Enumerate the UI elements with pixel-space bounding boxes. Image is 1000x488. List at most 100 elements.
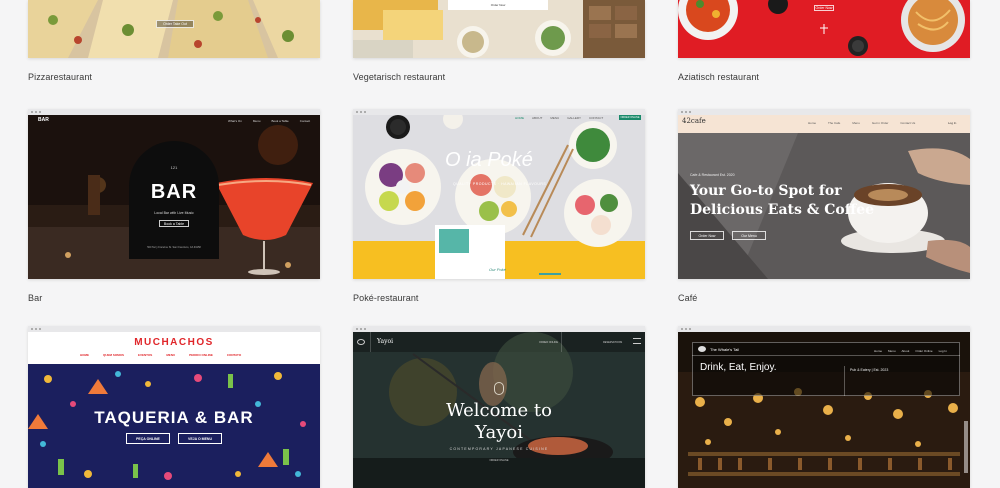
template-label[interactable]: Bar — [28, 293, 42, 303]
template-preview-vegetarian[interactable]: Order Now — [353, 0, 645, 58]
side-tab — [964, 421, 968, 473]
yayoi-title-line1: Welcome to — [446, 400, 552, 421]
cafe-logo: 42cafe — [682, 117, 706, 125]
nav-item: The Cafe — [828, 121, 841, 125]
nav-item: HOME — [515, 116, 524, 120]
nav-item: ORDER ONLINE — [539, 341, 559, 344]
yayoi-logo: Yayoi — [377, 338, 393, 345]
template-card-asian[interactable]: Order Now Aziatisch restaurant — [678, 0, 970, 82]
template-card-pizza[interactable]: Order Take Out Pizzarestaurant — [28, 0, 320, 82]
browser-chrome — [678, 109, 970, 115]
nav-item: MENU — [166, 353, 176, 357]
template-preview-yayoi[interactable]: Yayoi ORDER ONLINE RESERVATIONS Welcome … — [353, 326, 645, 488]
whales-tail-logo: The Whale's Tail — [710, 347, 740, 352]
nav-item: Menu — [888, 349, 896, 353]
taqueria-nav: HOME QUEM SOMOS EVENTOS MENU PEDIDO ONLI… — [80, 353, 241, 357]
yayoi-emblem-icon — [357, 339, 365, 345]
template-card-bar[interactable]: BAR What's On Menu Book a Table Contact … — [28, 109, 320, 303]
nav-item: Book a Table — [271, 119, 289, 123]
template-preview-poke[interactable]: O ia Poké QUALITY PRODUCTS · HAWAIIAN FL… — [353, 109, 645, 279]
template-label[interactable]: Aziatisch restaurant — [678, 72, 759, 82]
order-online-button: PEÇA ONLINE — [126, 433, 170, 444]
nav-item: Contact — [299, 119, 311, 123]
whales-tail-subtitle: Pub & Eatery | Est. 2023 — [850, 368, 889, 372]
bar-title: BAR — [150, 181, 198, 203]
nav-item: ABOUT — [532, 116, 543, 120]
yayoi-order-button: ORDER ONLINE — [489, 459, 509, 462]
nav-item: Home — [874, 349, 883, 353]
template-card-taqueria[interactable]: MUCHACHOS HOME QUEM SOMOS EVENTOS MENU P… — [28, 326, 320, 488]
nav-item: EVENTOS — [138, 353, 153, 357]
browser-chrome — [353, 109, 645, 115]
nav-item: QUEM SOMOS — [103, 353, 125, 357]
template-gallery: Order Take Out Pizzarestaurant Order Now… — [0, 0, 1000, 488]
poke-bowls-image — [353, 115, 645, 279]
poke-card-title: Our Poké — [489, 267, 506, 272]
order-button: Order Now — [814, 5, 834, 11]
nav-item: CONTACT — [588, 116, 604, 120]
taqueria-headline: TAQUERIA & BAR — [94, 408, 254, 427]
nav-item: Menu — [852, 121, 860, 125]
poke-title: O ia Poké — [445, 149, 533, 171]
browser-chrome — [353, 326, 645, 332]
bar-address: 500 Terry Francine St. San Francisco, CA… — [147, 246, 201, 249]
template-preview-bar[interactable]: BAR What's On Menu Book a Table Contact … — [28, 109, 320, 279]
whales-tail-nav: Home Menu About Order Online Log In — [874, 349, 947, 353]
view-menu-button: VEJA O MENU — [178, 433, 222, 444]
nav-item: Home — [808, 121, 817, 125]
cafe-title-line2: Delicious Eats & Coffee — [690, 202, 875, 218]
yayoi-crest-icon — [494, 382, 504, 395]
order-button: Order Now — [448, 0, 548, 10]
cafe-eyebrow: Cafe & Restaurant Est. 2020 — [690, 173, 735, 177]
nav-item: About — [901, 349, 910, 353]
template-label[interactable]: Pizzarestaurant — [28, 72, 92, 82]
browser-chrome — [28, 326, 320, 332]
whales-tail-title: Drink, Eat, Enjoy. — [700, 362, 777, 373]
our-menu-button: Our Menu — [732, 231, 766, 240]
nav-item: CONTATO — [226, 353, 242, 357]
template-label[interactable]: Poké-restaurant — [353, 293, 419, 303]
template-card-poke[interactable]: O ia Poké QUALITY PRODUCTS · HAWAIIAN FL… — [353, 109, 645, 303]
book-table-button: Book a Table — [159, 220, 189, 227]
template-card-yayoi[interactable]: Yayoi ORDER ONLINE RESERVATIONS Welcome … — [353, 326, 645, 488]
template-card-whales-tail[interactable]: The Whale's Tail Home Menu About Order O… — [678, 326, 970, 488]
login-link: Log In — [948, 121, 957, 125]
nav-item: Log In — [938, 349, 947, 353]
template-preview-cafe[interactable]: 42cafe Home The Cafe Menu Get in Order C… — [678, 109, 970, 279]
nav-item: Order Online — [915, 349, 933, 353]
yayoi-subtitle: CONTEMPORARY JAPANESE CUISINE — [449, 447, 549, 451]
browser-chrome — [678, 326, 970, 332]
bar-subtitle: Local Bar with Live Music — [154, 211, 194, 215]
nav-item: HOME — [80, 353, 89, 357]
template-card-vegetarian[interactable]: Order Now Vegetarisch restaurant — [353, 0, 645, 82]
template-preview-taqueria[interactable]: MUCHACHOS HOME QUEM SOMOS EVENTOS MENU P… — [28, 326, 320, 488]
pizza-image — [28, 0, 320, 58]
poke-tagline: QUALITY PRODUCTS · HAWAIIAN FLAVOURS — [453, 182, 547, 186]
nav-item: What's On — [228, 119, 242, 123]
order-now-button: Order Now — [690, 231, 724, 240]
template-label[interactable]: Vegetarisch restaurant — [353, 72, 445, 82]
yayoi-title-line2: Yayoi — [475, 422, 523, 443]
template-label[interactable]: Café — [678, 293, 697, 303]
browser-chrome — [28, 109, 320, 115]
template-preview-asian[interactable]: Order Now — [678, 0, 970, 58]
hamburger-icon — [633, 338, 641, 344]
order-button: Order Take Out — [156, 20, 194, 28]
taqueria-logo: MUCHACHOS — [134, 337, 214, 348]
nav-item: PEDIDO ONLINE — [189, 353, 213, 357]
template-preview-pizza[interactable]: Order Take Out — [28, 0, 320, 58]
bar-number: 121 — [170, 165, 178, 170]
nav-item: Menu — [252, 119, 261, 123]
cafe-title-line1: Your Go-to Spot for — [690, 183, 842, 199]
bar-logo: BAR — [38, 117, 49, 123]
bar-nav: What's On Menu Book a Table Contact — [228, 119, 310, 123]
template-preview-whales-tail[interactable]: The Whale's Tail Home Menu About Order O… — [678, 326, 970, 488]
nav-item: Contact Us — [900, 121, 916, 125]
nav-item: Get in Order — [871, 121, 889, 125]
template-card-cafe[interactable]: 42cafe Home The Cafe Menu Get in Order C… — [678, 109, 970, 303]
whale-logo-icon — [698, 346, 706, 352]
nav-item: MENU — [550, 116, 560, 120]
poke-nav: HOME ABOUT MENU GALLERY CONTACT — [515, 116, 603, 120]
nav-item: GALLERY — [567, 116, 581, 120]
nav-item: RESERVATIONS — [603, 341, 623, 344]
